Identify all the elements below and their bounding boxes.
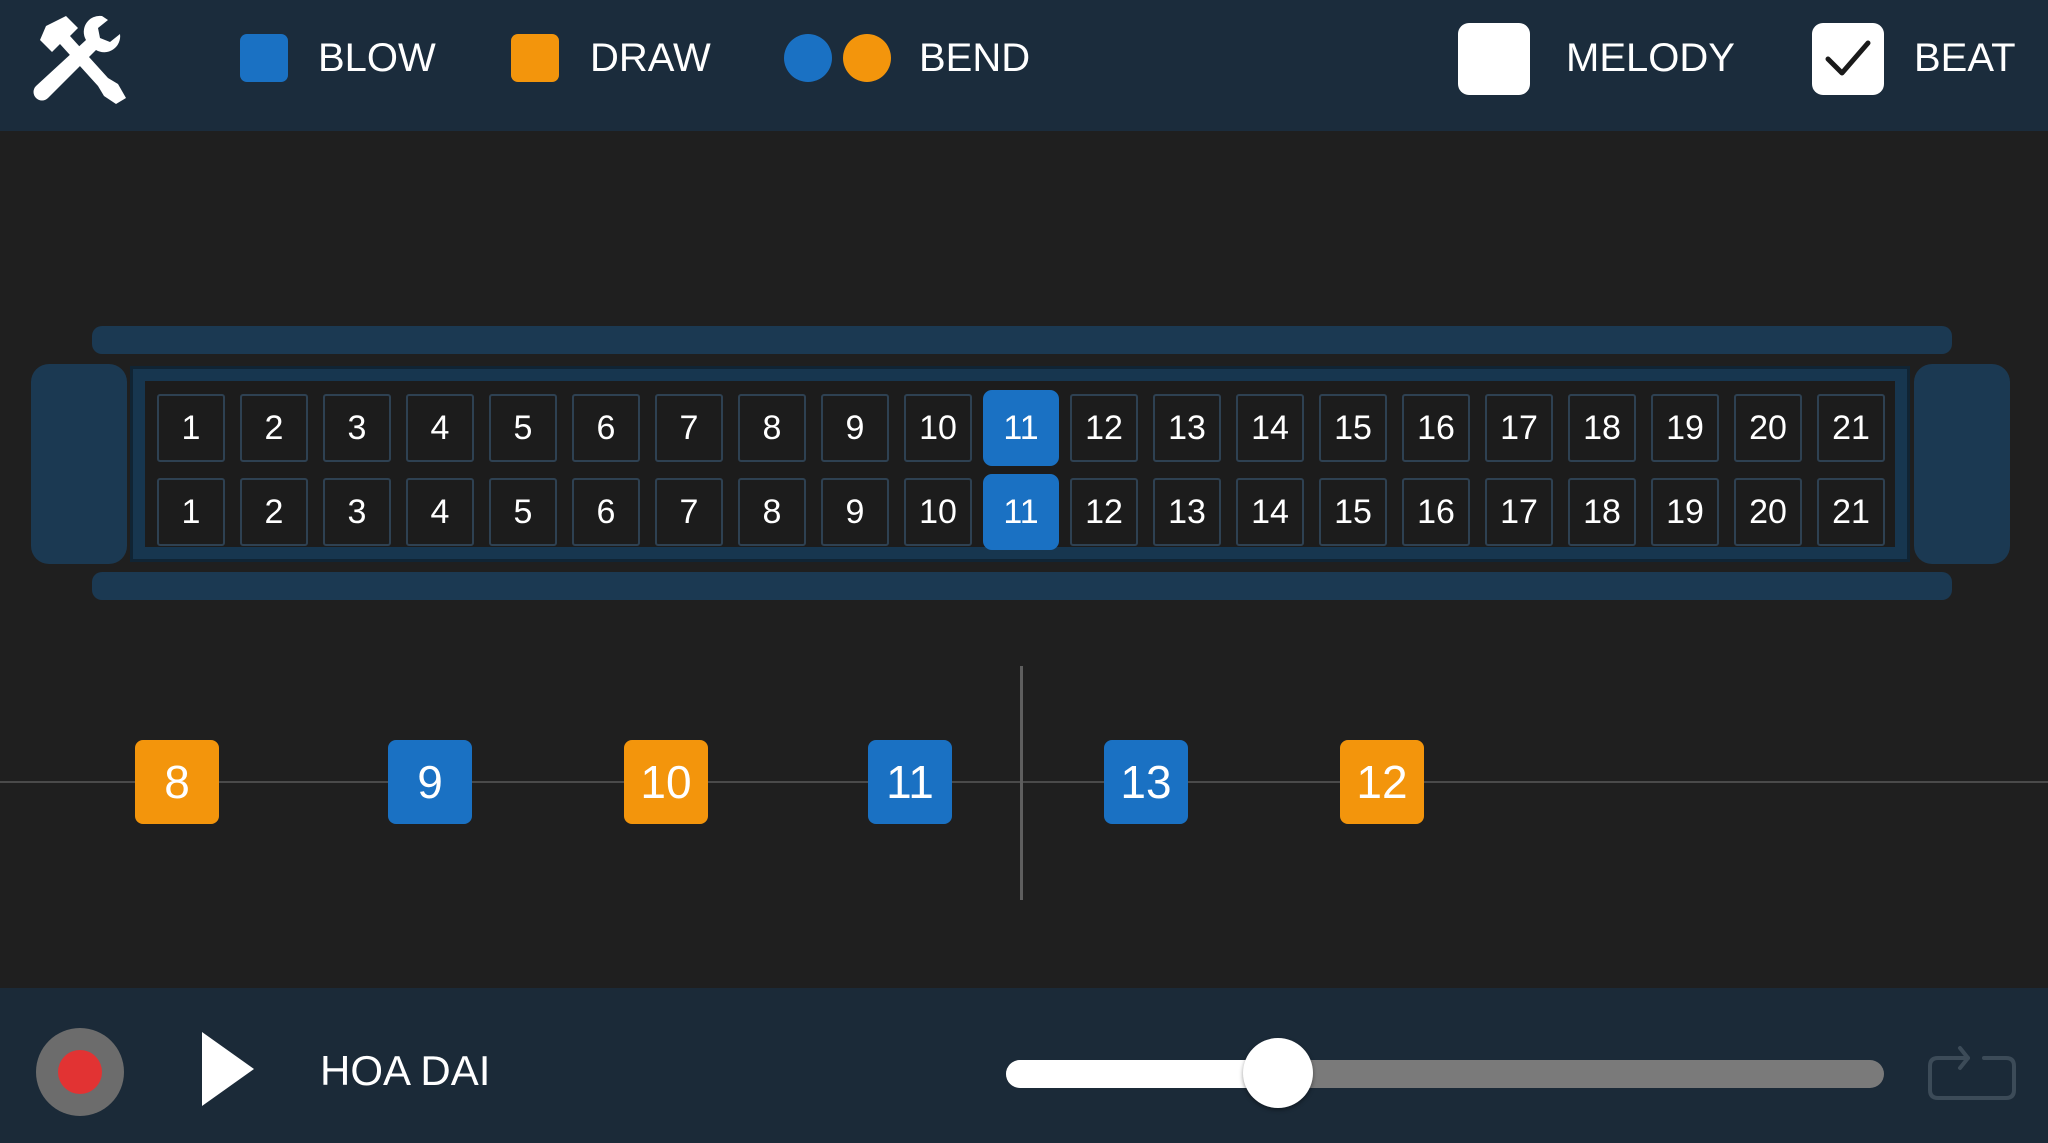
draw-legend-label: DRAW	[590, 36, 711, 80]
blow-hole[interactable]: 12	[1070, 394, 1138, 462]
progress-fill	[1006, 1060, 1279, 1088]
melody-label: MELODY	[1566, 36, 1735, 80]
draw-hole[interactable]: 14	[1236, 478, 1304, 546]
blow-hole[interactable]: 20	[1734, 394, 1802, 462]
blow-hole[interactable]: 1	[157, 394, 225, 462]
record-icon	[58, 1050, 102, 1094]
timeline-note-draw: 8	[135, 740, 219, 824]
harmonica-bottom-cover	[92, 572, 1952, 600]
beat-label: BEAT	[1914, 36, 2016, 80]
draw-hole[interactable]: 19	[1651, 478, 1719, 546]
blow-legend-label: BLOW	[318, 36, 436, 80]
wrench-screwdriver-icon[interactable]	[22, 12, 130, 106]
player-bar: HOA DAI	[0, 988, 2048, 1143]
draw-hole[interactable]: 16	[1402, 478, 1470, 546]
blow-hole[interactable]: 13	[1153, 394, 1221, 462]
timeline-note-draw: 10	[624, 740, 708, 824]
draw-hole[interactable]: 8	[738, 478, 806, 546]
draw-hole[interactable]: 18	[1568, 478, 1636, 546]
draw-hole[interactable]: 7	[655, 478, 723, 546]
draw-hole[interactable]: 17	[1485, 478, 1553, 546]
draw-hole[interactable]: 5	[489, 478, 557, 546]
draw-hole[interactable]: 11	[983, 474, 1059, 550]
progress-slider[interactable]	[1006, 1038, 1884, 1108]
blow-hole[interactable]: 2	[240, 394, 308, 462]
top-toolbar: BLOW DRAW BEND MELODY BEAT	[0, 0, 2048, 131]
harmonica-left-cap	[31, 364, 127, 564]
blow-hole[interactable]: 3	[323, 394, 391, 462]
blow-hole[interactable]: 6	[572, 394, 640, 462]
draw-hole[interactable]: 3	[323, 478, 391, 546]
playhead-cursor	[1020, 666, 1023, 900]
draw-hole[interactable]: 20	[1734, 478, 1802, 546]
harmonica-body: 1 2 3 4 5 6 7 8 9 10 11 12 13 14 15 16 17 18 19 20 21 123456…	[130, 366, 1910, 562]
bend-draw-swatch	[843, 34, 891, 82]
blow-hole[interactable]: 16	[1402, 394, 1470, 462]
bend-blow-swatch	[784, 34, 832, 82]
progress-thumb[interactable]	[1243, 1038, 1314, 1108]
timeline-note-blow: 11	[868, 740, 952, 824]
blow-hole[interactable]: 14	[1236, 394, 1304, 462]
bend-legend-label: BEND	[919, 36, 1031, 80]
timeline-note-blow: 9	[388, 740, 472, 824]
checkmark-icon	[1825, 40, 1871, 76]
timeline-note-draw: 12	[1340, 740, 1424, 824]
blow-hole[interactable]: 4	[406, 394, 474, 462]
record-button[interactable]	[36, 1028, 124, 1116]
timeline-track	[0, 781, 2048, 783]
draw-hole[interactable]: 4	[406, 478, 474, 546]
blow-hole[interactable]: 9	[821, 394, 889, 462]
draw-legend-swatch	[511, 34, 559, 82]
blow-hole[interactable]: 15	[1319, 394, 1387, 462]
harmonica-top-cover	[92, 326, 1952, 354]
play-icon[interactable]	[200, 1030, 256, 1108]
melody-checkbox[interactable]	[1458, 23, 1530, 95]
draw-hole[interactable]: 15	[1319, 478, 1387, 546]
blow-legend-swatch	[240, 34, 288, 82]
draw-hole[interactable]: 12	[1070, 478, 1138, 546]
harmonica-comb: 1 2 3 4 5 6 7 8 9 10 11 12 13 14 15 16 17 18 19 20 21 123456…	[141, 377, 1899, 551]
draw-hole[interactable]: 9	[821, 478, 889, 546]
blow-hole[interactable]: 5	[489, 394, 557, 462]
blow-hole[interactable]: 8	[738, 394, 806, 462]
song-title: HOA DAI	[320, 1047, 491, 1094]
draw-hole[interactable]: 13	[1153, 478, 1221, 546]
draw-hole[interactable]: 10	[904, 478, 972, 546]
blow-hole[interactable]: 19	[1651, 394, 1719, 462]
harmonica-right-cap	[1914, 364, 2010, 564]
timeline-note-blow: 13	[1104, 740, 1188, 824]
blow-hole[interactable]: 11	[983, 390, 1059, 466]
draw-hole[interactable]: 2	[240, 478, 308, 546]
draw-hole[interactable]: 1	[157, 478, 225, 546]
draw-hole[interactable]: 6	[572, 478, 640, 546]
blow-hole[interactable]: 10	[904, 394, 972, 462]
blow-hole[interactable]: 18	[1568, 394, 1636, 462]
repeat-icon[interactable]	[1924, 1038, 2020, 1104]
beat-checkbox[interactable]	[1812, 23, 1884, 95]
blow-hole[interactable]: 21	[1817, 394, 1885, 462]
blow-hole[interactable]: 7	[655, 394, 723, 462]
draw-hole[interactable]: 21	[1817, 478, 1885, 546]
blow-hole[interactable]: 17	[1485, 394, 1553, 462]
